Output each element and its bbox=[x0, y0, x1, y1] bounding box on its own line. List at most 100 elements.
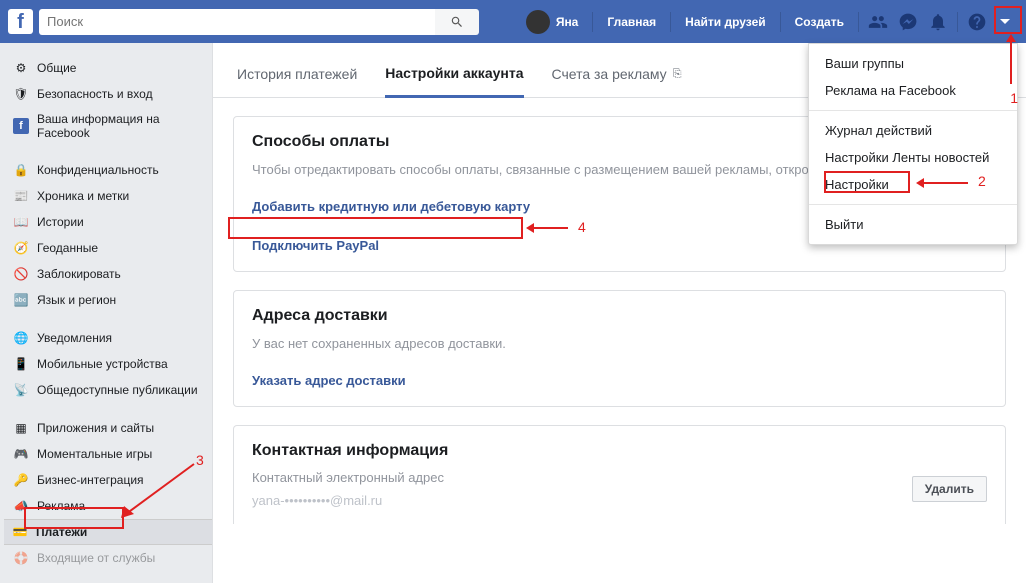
sidebar-item-general[interactable]: ⚙ Общие bbox=[4, 55, 212, 81]
sidebar-item-ads[interactable]: 📣 Реклама bbox=[4, 493, 212, 519]
masked-email: yana-••••••••••@mail.ru bbox=[252, 493, 444, 508]
sidebar-label: Язык и регион bbox=[37, 293, 116, 307]
sidebar-item-biz[interactable]: 🔑 Бизнес-интеграция bbox=[4, 467, 212, 493]
profile-link[interactable]: Яна bbox=[516, 0, 589, 43]
sidebar-label: Конфиденциальность bbox=[37, 163, 159, 177]
sidebar-item-timeline[interactable]: 📰 Хроника и метки bbox=[4, 183, 212, 209]
annotation-num-3: 3 bbox=[196, 452, 204, 468]
sidebar-item-support[interactable]: 🛟 Входящие от службы bbox=[4, 545, 212, 571]
user-name: Яна bbox=[556, 15, 579, 29]
annotation-num-2: 2 bbox=[978, 173, 986, 189]
nav-find-friends[interactable]: Найти друзей bbox=[675, 0, 775, 43]
search-button[interactable] bbox=[435, 9, 479, 35]
sidebar-item-apps[interactable]: ▦Приложения и сайты bbox=[4, 415, 212, 441]
annotation-num-4: 4 bbox=[578, 219, 586, 235]
compass-icon: 🧭 bbox=[13, 240, 29, 256]
gear-icon: ⚙ bbox=[13, 60, 29, 76]
tab-account-settings[interactable]: Настройки аккаунта bbox=[385, 65, 523, 98]
sidebar-item-notifications[interactable]: 🌐Уведомления bbox=[4, 325, 212, 351]
sidebar-label: Входящие от службы bbox=[37, 551, 155, 565]
sidebar-label: Заблокировать bbox=[37, 267, 121, 281]
tab-label: Счета за рекламу bbox=[552, 66, 667, 82]
globe-icon: 🌐 bbox=[13, 330, 29, 346]
topicons bbox=[863, 0, 1018, 43]
key-icon: 🔑 bbox=[13, 472, 29, 488]
add-card-link[interactable]: Добавить кредитную или дебетовую карту bbox=[252, 199, 530, 214]
contact-label: Контактный электронный адрес bbox=[252, 470, 444, 485]
sidebar-item-security[interactable]: 🛡Безопасность и вход bbox=[4, 81, 212, 107]
sidebar-label: Общедоступные публикации bbox=[37, 383, 198, 397]
dropdown-groups[interactable]: Ваши группы bbox=[809, 50, 1017, 77]
section-desc: У вас нет сохраненных адресов доставки. bbox=[252, 335, 987, 353]
mobile-icon: 📱 bbox=[13, 356, 29, 372]
help-icon[interactable] bbox=[962, 0, 992, 43]
facebook-logo[interactable]: f bbox=[8, 9, 33, 34]
divider bbox=[809, 204, 1017, 205]
sidebar-label: Общие bbox=[37, 61, 76, 75]
tab-history[interactable]: История платежей bbox=[237, 65, 357, 97]
sidebar-item-stories[interactable]: 📖Истории bbox=[4, 209, 212, 235]
search-input[interactable] bbox=[39, 9, 435, 35]
fb-icon: f bbox=[13, 118, 29, 134]
dropdown-feed-prefs[interactable]: Настройки Ленты новостей bbox=[809, 144, 1017, 171]
section-title: Адреса доставки bbox=[252, 307, 987, 325]
sidebar-item-payments[interactable]: 💳 Платежи bbox=[4, 519, 212, 545]
connect-paypal-link[interactable]: Подключить PayPal bbox=[252, 238, 379, 253]
search-wrap bbox=[39, 9, 479, 35]
divider bbox=[592, 12, 593, 32]
add-address-link[interactable]: Указать адрес доставки bbox=[252, 373, 406, 388]
topnav: Яна Главная Найти друзей Создать bbox=[516, 0, 1018, 43]
sidebar-label: Безопасность и вход bbox=[37, 87, 153, 101]
divider bbox=[957, 12, 958, 32]
rss-icon: 📡 bbox=[13, 382, 29, 398]
nav-home[interactable]: Главная bbox=[597, 0, 666, 43]
sidebar-label: Бизнес-интеграция bbox=[37, 473, 144, 487]
delete-email-button[interactable]: Удалить bbox=[912, 476, 987, 502]
sidebar-label: Хроника и метки bbox=[37, 189, 129, 203]
divider bbox=[670, 12, 671, 32]
divider bbox=[809, 110, 1017, 111]
sidebar-label: Мобильные устройства bbox=[37, 357, 168, 371]
account-dropdown: Ваши группы Реклама на Facebook Журнал д… bbox=[808, 43, 1018, 245]
sidebar-item-language[interactable]: 🔤 Язык и регион bbox=[4, 287, 212, 313]
notifications-icon[interactable] bbox=[923, 0, 953, 43]
search-icon bbox=[450, 15, 464, 29]
sidebar-item-your-info[interactable]: fВаша информация на Facebook bbox=[4, 107, 212, 145]
sidebar-label: Истории bbox=[37, 215, 84, 229]
lifebuoy-icon: 🛟 bbox=[13, 550, 29, 566]
friends-icon[interactable] bbox=[863, 0, 893, 43]
sidebar-item-public-posts[interactable]: 📡 Общедоступные публикации bbox=[4, 377, 212, 403]
sidebar-item-games[interactable]: 🎮 Моментальные игры bbox=[4, 441, 212, 467]
sidebar-label: Платежи bbox=[36, 525, 87, 539]
card-icon: 💳 bbox=[12, 524, 28, 540]
gamepad-icon: 🎮 bbox=[13, 446, 29, 462]
sidebar-label: Геоданные bbox=[37, 241, 98, 255]
divider bbox=[858, 12, 859, 32]
sidebar: ⚙ Общие 🛡Безопасность и вход fВаша информ… bbox=[0, 43, 212, 583]
section-contact: Контактная информация Контактный электро… bbox=[233, 425, 1006, 524]
avatar bbox=[526, 10, 550, 34]
language-icon: 🔤 bbox=[13, 292, 29, 308]
megaphone-icon: 📣 bbox=[13, 498, 29, 514]
sidebar-label: Моментальные игры bbox=[37, 447, 152, 461]
sidebar-item-blocking[interactable]: 🚫 Заблокировать bbox=[4, 261, 212, 287]
dropdown-ads[interactable]: Реклама на Facebook bbox=[809, 77, 1017, 104]
block-icon: 🚫 bbox=[13, 266, 29, 282]
sidebar-item-privacy[interactable]: 🔒 Конфиденциальность bbox=[4, 157, 212, 183]
section-title: Контактная информация bbox=[252, 442, 987, 460]
lock-icon: 🔒 bbox=[13, 162, 29, 178]
messenger-icon[interactable] bbox=[893, 0, 923, 43]
nav-create[interactable]: Создать bbox=[785, 0, 854, 43]
sidebar-item-location[interactable]: 🧭 Геоданные bbox=[4, 235, 212, 261]
sidebar-label: Реклама bbox=[37, 499, 85, 513]
sidebar-label: Приложения и сайты bbox=[37, 421, 154, 435]
section-shipping: Адреса доставки У вас нет сохраненных ад… bbox=[233, 290, 1006, 407]
account-menu-button[interactable] bbox=[992, 9, 1018, 35]
dropdown-logout[interactable]: Выйти bbox=[809, 211, 1017, 238]
annotation-num-1: 1 bbox=[1010, 90, 1018, 106]
newspaper-icon: 📰 bbox=[13, 188, 29, 204]
dropdown-activity-log[interactable]: Журнал действий bbox=[809, 117, 1017, 144]
sidebar-item-mobile[interactable]: 📱 Мобильные устройства bbox=[4, 351, 212, 377]
tab-billing[interactable]: Счета за рекламу ⎘ bbox=[552, 65, 682, 97]
topbar: f Яна Главная Найти друзей Создать bbox=[0, 0, 1026, 43]
